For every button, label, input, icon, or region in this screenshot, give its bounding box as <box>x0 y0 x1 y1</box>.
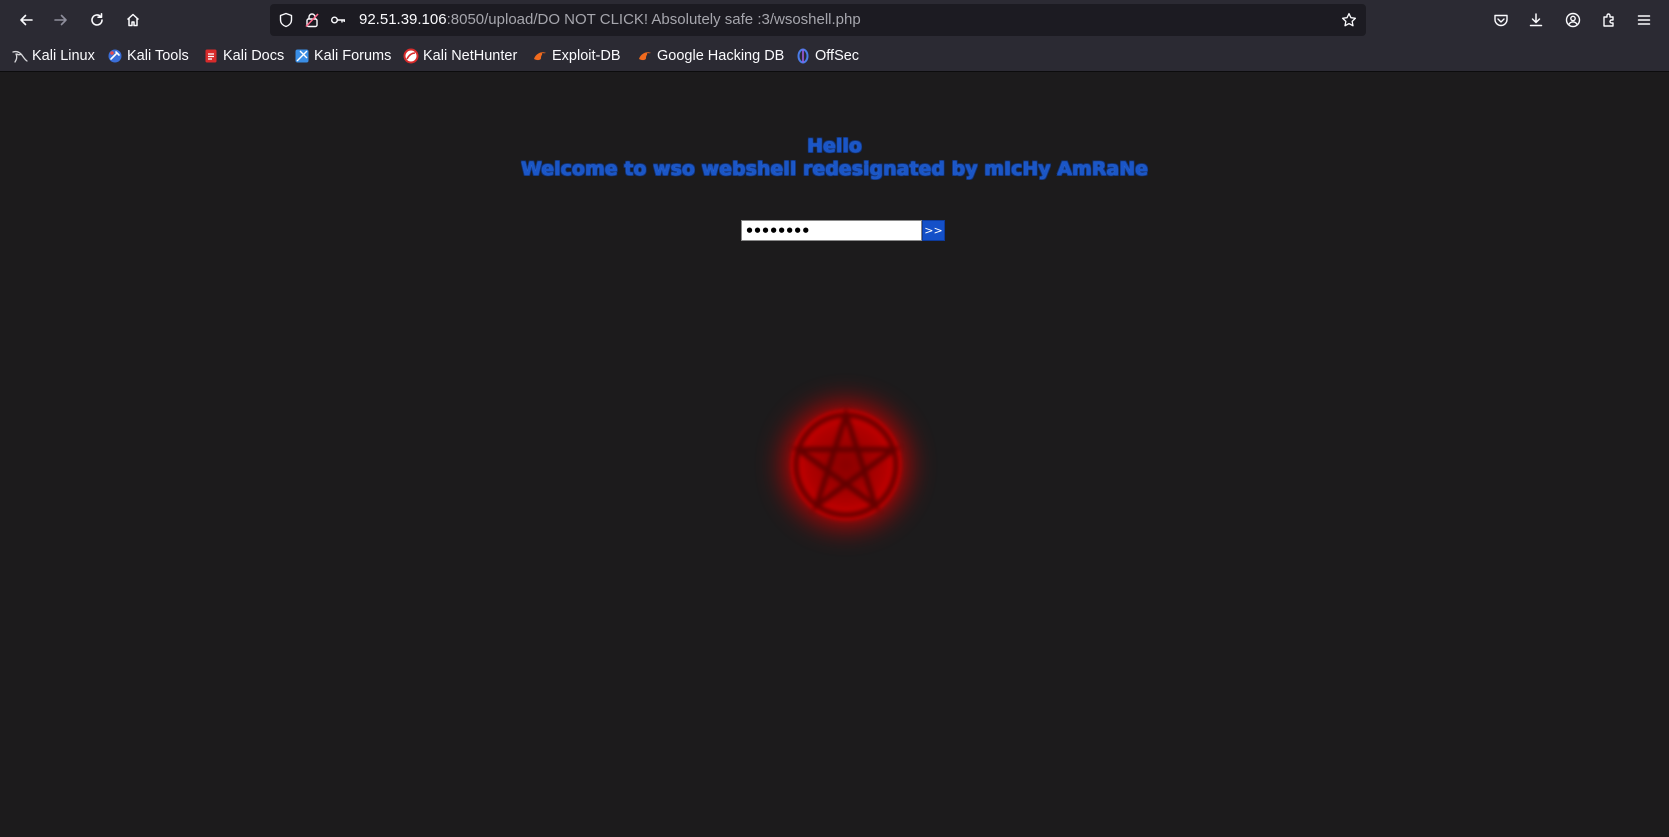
bookmark-label: Kali Tools <box>127 47 189 64</box>
star-icon[interactable] <box>1341 12 1357 28</box>
exploit-db-icon <box>534 51 546 60</box>
bookmarks-toolbar: Kali Linux Kali Tools Kali Docs Kali For… <box>0 40 1669 72</box>
bookmark-label: Kali NetHunter <box>423 47 518 64</box>
puzzle-icon <box>1603 13 1614 27</box>
back-button[interactable] <box>10 4 42 36</box>
key-icon[interactable] <box>330 12 346 28</box>
pocket-button[interactable] <box>1485 4 1517 36</box>
arrow-left-icon <box>20 14 33 26</box>
url-path: :8050/upload/DO NOT CLICK! Absolutely sa… <box>446 11 861 28</box>
bookmark-label: Exploit-DB <box>552 47 621 64</box>
bookmark-label: Google Hacking DB <box>657 47 785 64</box>
bookmark-label: Kali Linux <box>32 47 95 64</box>
arrow-right-icon <box>54 14 67 26</box>
download-icon <box>1529 13 1543 27</box>
reload-icon <box>91 13 103 26</box>
password-field[interactable] <box>741 220 922 241</box>
navigation-toolbar: 92.51.39.106:8050/upload/DO NOT CLICK! A… <box>0 0 1669 40</box>
home-icon <box>126 13 140 27</box>
bookmark-kali-linux[interactable]: Kali Linux <box>12 45 95 66</box>
reload-button[interactable] <box>81 4 113 36</box>
kali-nethunter-icon <box>403 48 419 63</box>
kali-forums-icon <box>295 49 309 62</box>
pentagram-emblem <box>784 403 908 527</box>
bookmark-kali-nethunter[interactable]: Kali NetHunter <box>403 45 517 66</box>
forward-button[interactable] <box>45 4 77 36</box>
hamburger-menu-icon <box>1637 15 1651 25</box>
kali-docs-icon <box>205 49 217 62</box>
bookmark-label: Kali Forums <box>314 47 392 64</box>
bookmark-kali-docs[interactable]: Kali Docs <box>203 45 284 66</box>
bookmark-offsec[interactable]: OffSec <box>795 45 859 66</box>
welcome-heading: Welcome to wso webshell redesignated by … <box>520 158 1149 180</box>
account-button[interactable] <box>1557 4 1589 36</box>
kali-dragon-icon <box>12 50 28 63</box>
submit-button[interactable]: >> <box>922 220 945 241</box>
greeting-heading: Hello <box>807 135 862 157</box>
login-form: >> <box>741 220 945 241</box>
page-content: Hello Welcome to wso webshell redesignat… <box>0 72 1669 837</box>
bookmark-label: OffSec <box>815 47 860 64</box>
bookmark-label: Kali Docs <box>223 47 285 64</box>
pocket-icon <box>1494 14 1508 27</box>
bookmark-kali-forums[interactable]: Kali Forums <box>294 45 391 66</box>
bookmark-kali-tools[interactable]: Kali Tools <box>107 45 189 66</box>
bookmark-exploit-db[interactable]: Exploit-DB <box>532 45 621 66</box>
url-host: 92.51.39.106 <box>359 11 447 28</box>
extensions-button[interactable] <box>1593 4 1625 36</box>
browser-window: 92.51.39.106:8050/upload/DO NOT CLICK! A… <box>0 0 1669 837</box>
home-button[interactable] <box>117 4 149 36</box>
bookmark-google-hacking-db[interactable]: Google Hacking DB <box>637 45 784 66</box>
url-text[interactable]: 92.51.39.106:8050/upload/DO NOT CLICK! A… <box>359 4 861 36</box>
downloads-button[interactable] <box>1520 4 1552 36</box>
address-bar[interactable]: 92.51.39.106:8050/upload/DO NOT CLICK! A… <box>270 4 1366 36</box>
account-icon <box>1565 12 1581 28</box>
shield-icon[interactable] <box>278 12 294 28</box>
offsec-icon <box>797 48 809 63</box>
kali-tools-icon <box>108 49 122 62</box>
menu-button[interactable] <box>1628 4 1660 36</box>
insecure-lock-icon[interactable] <box>304 12 320 28</box>
google-hacking-db-icon <box>639 51 651 60</box>
